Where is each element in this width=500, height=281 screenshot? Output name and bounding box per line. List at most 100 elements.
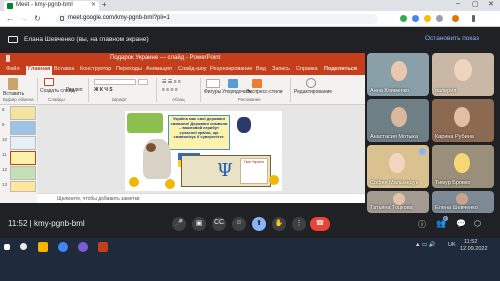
- close-tab-icon[interactable]: ✕: [91, 1, 96, 8]
- chat-icon[interactable]: 💬: [456, 219, 466, 228]
- forward-icon[interactable]: →: [20, 14, 28, 23]
- participant-name: Анастасия Мотыка: [370, 134, 418, 140]
- participant-name: София Мальмедук: [370, 180, 418, 186]
- participant-video: [391, 107, 407, 127]
- more-icon: ⋮: [295, 220, 303, 227]
- save-icon[interactable]: [6, 55, 10, 62]
- clock-time[interactable]: 11:52: [464, 239, 477, 245]
- participant-name: Карина Рубина: [435, 134, 474, 140]
- participant-tile[interactable]: Тимур Бровко: [432, 145, 494, 188]
- find-icon[interactable]: [306, 78, 316, 88]
- ribbon-tab-transitions[interactable]: Переходы: [116, 66, 142, 72]
- clock-date[interactable]: 12.09.2022: [460, 246, 488, 252]
- notes-pane[interactable]: Щелкните, чтобы добавить заметки: [37, 193, 365, 203]
- slide-thumbnail[interactable]: [10, 181, 36, 192]
- address-bar[interactable]: meet.google.com/kmy-pgnb-bml?pli=1: [56, 14, 378, 24]
- present-icon: ⬆: [256, 220, 262, 227]
- participant-tile[interactable]: Татьяна Тоцкова: [367, 191, 429, 213]
- participant-tile[interactable]: Карина Рубина: [432, 99, 494, 142]
- new-slide-icon[interactable]: [44, 78, 54, 86]
- stop-presenting-button[interactable]: Остановить показ: [425, 35, 479, 42]
- shapes-label: Фигуры: [204, 89, 222, 95]
- ribbon-tab-design[interactable]: Конструктор: [80, 66, 111, 72]
- ribbon-tab-review[interactable]: Рецензирование: [210, 66, 252, 72]
- maximize-icon[interactable]: ▢: [472, 0, 479, 8]
- anthem-page: Гімн України: [240, 158, 268, 184]
- end-call-button[interactable]: ☎: [310, 217, 330, 231]
- participant-tile[interactable]: Анна Клименко: [367, 53, 429, 96]
- extension-icon[interactable]: [412, 15, 419, 22]
- present-button[interactable]: ⬆: [252, 217, 266, 231]
- chrome-icon[interactable]: [58, 242, 68, 252]
- emoji-icon: ☺: [235, 219, 243, 226]
- editing-label[interactable]: Редактирование: [294, 89, 332, 95]
- slide-thumbnail[interactable]: [10, 121, 36, 135]
- ribbon-tab-home[interactable]: Главная: [26, 66, 53, 75]
- current-slide[interactable]: Україна має свої державні символи! Держа…: [125, 111, 282, 191]
- shapes-icon[interactable]: [206, 79, 220, 88]
- reactions-button[interactable]: ☺: [232, 217, 246, 231]
- ribbon-tab-animations[interactable]: Анимация: [146, 66, 172, 72]
- ribbon-tab-view[interactable]: Вид: [256, 66, 266, 72]
- info-icon[interactable]: ⓘ: [418, 219, 426, 230]
- file-explorer-icon[interactable]: [38, 242, 48, 252]
- start-icon[interactable]: [4, 244, 10, 250]
- notes-placeholder: Щелкните, чтобы добавить заметки: [57, 196, 140, 202]
- extension-icon[interactable]: [400, 15, 407, 22]
- captions-button[interactable]: CC: [212, 217, 226, 231]
- viber-icon[interactable]: [78, 242, 88, 252]
- share-button[interactable]: Поделиться: [324, 66, 357, 72]
- slide-canvas[interactable]: Україна має свої державні символи! Держа…: [37, 105, 365, 193]
- extension-icon[interactable]: [424, 15, 431, 22]
- participant-tile[interactable]: София Мальмедук: [367, 145, 429, 188]
- slide-thumbnail[interactable]: [10, 166, 36, 180]
- reload-icon[interactable]: ↻: [34, 14, 41, 23]
- font-size-box[interactable]: [138, 79, 148, 85]
- ribbon-tab-help[interactable]: Справка: [296, 66, 318, 72]
- participant-name: Тимур Бровко: [435, 180, 471, 186]
- tray-icons[interactable]: ▲ ▭ 🔊: [415, 242, 436, 248]
- powerpoint-icon[interactable]: [98, 242, 108, 252]
- more-options-button[interactable]: ⋮: [292, 217, 306, 231]
- list-icons[interactable]: ☰ ☰ ≡ ≡: [162, 79, 181, 85]
- ribbon-tab-record[interactable]: Запись: [272, 66, 290, 72]
- arrange-icon[interactable]: [228, 79, 238, 88]
- close-window-icon[interactable]: ✕: [488, 0, 494, 8]
- hand-icon: ✋: [274, 220, 284, 227]
- os-taskbar: ▲ ▭ 🔊 UK 11:52 12.09.2022: [0, 238, 500, 281]
- back-icon[interactable]: ←: [6, 14, 14, 23]
- ribbon-tab-insert[interactable]: Вставка: [54, 66, 74, 72]
- quick-styles-icon[interactable]: [252, 79, 262, 88]
- participant-tile[interactable]: Анастасия Мотыка: [367, 99, 429, 142]
- align-icons[interactable]: ≡ ≡ ≡ ≡: [162, 87, 178, 93]
- ribbon-tab-file[interactable]: Файл: [6, 66, 20, 72]
- participant-tile[interactable]: валерия: [432, 53, 494, 96]
- keyboard-language[interactable]: UK: [448, 242, 456, 248]
- group-drawing: Рисование: [238, 97, 261, 102]
- raise-hand-button[interactable]: ✋: [272, 217, 286, 231]
- slide-question-box[interactable]: Україна має свої державні символи! Держа…: [168, 115, 230, 150]
- paste-icon[interactable]: [8, 78, 18, 90]
- activities-icon[interactable]: ⬡: [474, 219, 481, 228]
- section-label[interactable]: Раздел: [66, 87, 83, 93]
- extensions-puzzle-icon[interactable]: [436, 15, 443, 22]
- new-tab-icon[interactable]: +: [102, 0, 107, 9]
- slide-number: 13: [2, 182, 8, 187]
- ribbon-tab-slideshow[interactable]: Слайд-шоу: [178, 66, 207, 72]
- slide-number: 11: [2, 152, 7, 157]
- profile-avatar[interactable]: [452, 15, 459, 22]
- slide-thumbnail[interactable]: [10, 136, 36, 150]
- meet-control-bar: 11:52 | kmy-pgnb-bml 🎤 ▣ CC ☺ ⬆ ✋ ⋮ ☎ ⓘ …: [0, 213, 500, 235]
- font-name-box[interactable]: [94, 79, 136, 85]
- participant-tile[interactable]: Елена Шевченко: [432, 191, 494, 213]
- minimize-icon[interactable]: –: [456, 0, 460, 7]
- slide-thumbnail[interactable]: [10, 106, 36, 120]
- search-icon[interactable]: [20, 243, 27, 250]
- slide-thumbnail-selected[interactable]: [10, 151, 36, 165]
- camera-button[interactable]: ▣: [192, 217, 206, 231]
- mic-icon: 🎤: [174, 220, 184, 227]
- bold-icon[interactable]: Ж К Ч S: [94, 87, 113, 93]
- browser-tab[interactable]: Meet - kmy-pgnb-bml ✕: [4, 1, 99, 11]
- menu-kebab-icon[interactable]: [472, 15, 475, 22]
- mic-button[interactable]: 🎤: [172, 217, 186, 231]
